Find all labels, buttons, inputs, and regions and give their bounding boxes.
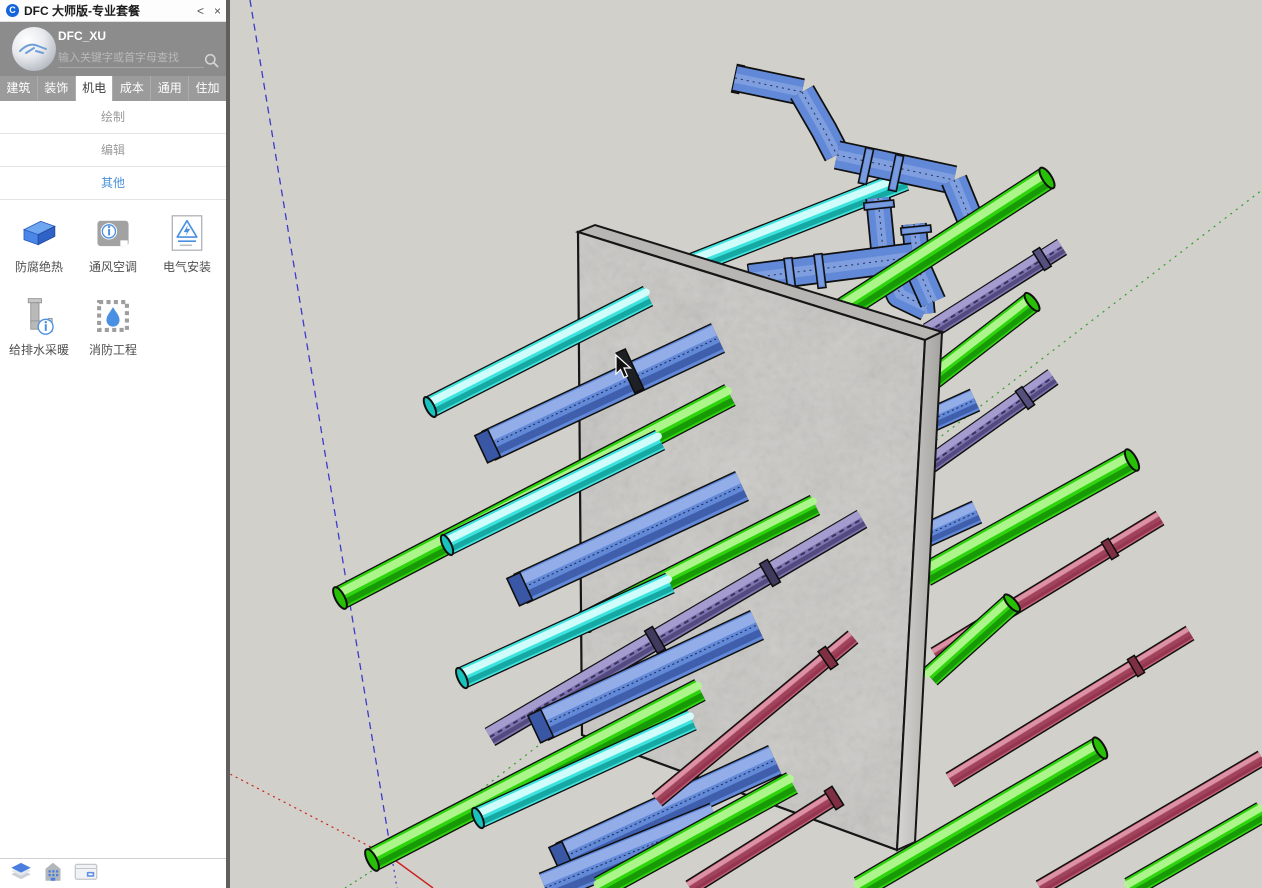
section-编辑[interactable]: 编辑	[0, 134, 226, 166]
hvac-info-icon	[92, 212, 134, 254]
archive-icon[interactable]	[72, 859, 100, 888]
tab-建筑[interactable]: 建筑	[0, 76, 38, 101]
tool-给排水采暖[interactable]: 给排水采暖	[2, 295, 76, 358]
user-panel: DFC_XU	[0, 22, 226, 76]
fire-protection-icon	[92, 295, 134, 337]
tool-电气安装[interactable]: 电气安装	[150, 212, 224, 275]
app-window: C DFC 大师版-专业套餐 < × DFC_XU 建筑装饰机电成本通用住加 绘…	[0, 0, 1262, 888]
tool-label: 通风空调	[89, 258, 137, 275]
tool-防腐绝热[interactable]: 防腐绝热	[2, 212, 76, 275]
tool-label: 防腐绝热	[15, 258, 63, 275]
electrical-warning-icon	[166, 212, 208, 254]
avatar[interactable]	[12, 27, 56, 71]
insulation-duct-icon	[18, 212, 60, 254]
tool-grid: 防腐绝热 通风空调 电气安装给排水采暖 消防工程	[0, 200, 226, 364]
tool-通风空调[interactable]: 通风空调	[76, 212, 150, 275]
avatar-sketch-icon	[18, 41, 50, 57]
tool-label: 电气安装	[163, 258, 211, 275]
section-list: 绘制编辑其他	[0, 101, 226, 200]
tool-消防工程[interactable]: 消防工程	[76, 295, 150, 358]
status-bar	[0, 858, 226, 888]
tab-机电[interactable]: 机电	[76, 76, 114, 101]
tab-bar: 建筑装饰机电成本通用住加	[0, 76, 226, 101]
section-绘制[interactable]: 绘制	[0, 101, 226, 133]
tool-label: 消防工程	[89, 341, 137, 358]
window-title: DFC 大师版-专业套餐	[24, 2, 192, 19]
search-icon[interactable]	[204, 53, 219, 68]
plumbing-pipe-icon	[18, 295, 60, 337]
username: DFC_XU	[58, 29, 106, 43]
building-icon[interactable]	[41, 858, 65, 888]
dfc-logo-icon: C	[6, 4, 19, 17]
sidebar: C DFC 大师版-专业套餐 < × DFC_XU 建筑装饰机电成本通用住加 绘…	[0, 0, 230, 888]
layers-icon[interactable]	[8, 858, 34, 888]
tab-装饰[interactable]: 装饰	[38, 76, 76, 101]
tab-通用[interactable]: 通用	[151, 76, 189, 101]
close-button[interactable]: ×	[209, 0, 226, 22]
search-input[interactable]	[58, 48, 204, 68]
collapse-button[interactable]: <	[192, 0, 209, 22]
3d-viewport[interactable]	[230, 0, 1262, 888]
section-其他[interactable]: 其他	[0, 167, 226, 199]
titlebar: C DFC 大师版-专业套餐 < ×	[0, 0, 226, 22]
sketchup-scene[interactable]	[230, 0, 1262, 888]
tab-住加[interactable]: 住加	[189, 76, 226, 101]
tab-成本[interactable]: 成本	[113, 76, 151, 101]
panel-body: 绘制编辑其他 防腐绝热 通风空调 电气安装给排水采暖 消防工程	[0, 101, 226, 364]
tool-label: 给排水采暖	[9, 341, 69, 358]
